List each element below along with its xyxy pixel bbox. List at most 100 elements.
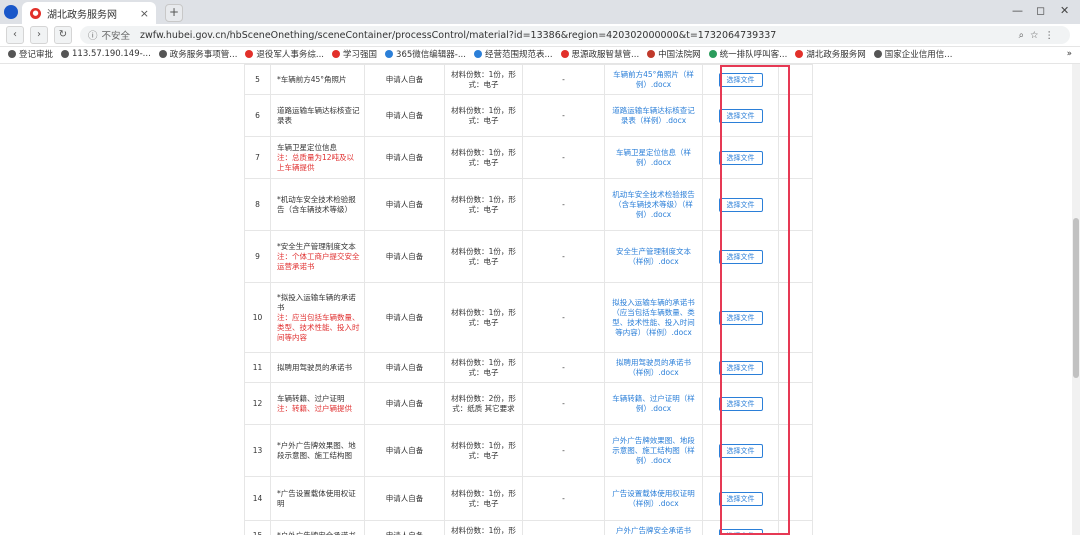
material-name: *车辆前方45°角照片: [270, 64, 365, 95]
material-note: 注：转籍、过户辆提供: [277, 403, 352, 413]
forward-icon[interactable]: ›: [30, 26, 48, 44]
row-number: 14: [244, 476, 271, 521]
bookmark-label: 登记审批: [19, 50, 54, 60]
row-number: 15: [244, 520, 271, 535]
select-file-button[interactable]: 选择文件: [718, 150, 763, 165]
empty-cell: [778, 476, 813, 521]
material-spec: 材料份数：1份，形式：电子: [444, 476, 523, 521]
row-number: 5: [244, 64, 271, 95]
material-name: *户外广告牌效果图、地段示意图、施工结构图: [270, 424, 365, 477]
address-bar[interactable]: ⓘ 不安全 zwfw.hubei.gov.cn/hbSceneOnething/…: [80, 26, 1070, 44]
row-number: 8: [244, 178, 271, 231]
table-row: 5 *车辆前方45°角照片 申请人自备 材料份数：1份，形式：电子 - 车辆前方45°角照…: [244, 64, 813, 95]
window-close-icon[interactable]: ✕: [1060, 4, 1069, 17]
template-link[interactable]: 车辆转籍、过户证明（样例）.docx: [604, 382, 703, 425]
select-file-button[interactable]: 选择文件: [718, 108, 763, 123]
template-link[interactable]: 安全生产管理制度文本（样例）.docx: [604, 230, 703, 283]
bookmark-item[interactable]: 国家企业信用信...: [873, 48, 952, 60]
select-file-button[interactable]: 选择文件: [718, 310, 763, 325]
bookmark-item[interactable]: 登记审批: [8, 48, 53, 60]
material-spec: 材料份数：1份，形式：电子: [444, 352, 523, 383]
browser-toolbar: ‹ › ↻ ⓘ 不安全 zwfw.hubei.gov.cn/hbSceneOne…: [0, 24, 1080, 47]
bookmark-item[interactable]: 政务服务事项管...: [158, 48, 237, 60]
upload-cell: 选择文件: [702, 424, 779, 477]
template-link[interactable]: 车辆前方45°角照片（样例）.docx: [604, 64, 703, 95]
material-name-text: *机动车安全技术检验报告（含车辆技术等级）: [277, 194, 356, 214]
empty-cell: [778, 230, 813, 283]
bookmark-favicon-icon: [708, 50, 717, 58]
bookmark-item[interactable]: 退役军人事务综...: [245, 48, 324, 60]
select-file-button[interactable]: 选择文件: [718, 197, 763, 212]
bookmark-favicon-icon: [8, 50, 16, 58]
template-link[interactable]: 道路运输车辆达标核查记录表（样例）.docx: [604, 94, 703, 137]
material-name-text: 拟聘用驾驶员的承诺书: [277, 362, 352, 372]
material-dash: -: [522, 476, 605, 521]
bookmark-favicon-icon: [245, 50, 254, 58]
url-text[interactable]: zwfw.hubei.gov.cn/hbSceneOnething/sceneC…: [140, 30, 776, 41]
material-spec: 材料份数：1份，形式：电子: [444, 136, 523, 179]
empty-cell: [778, 64, 813, 95]
material-name: *拟投入运输车辆的承诺书 注：应当包括车辆数量、类型、技术性能、投入时间等内容: [270, 282, 365, 353]
material-note: 注：总质量为12吨及以上车辆提供: [277, 152, 355, 172]
row-number: 9: [244, 230, 271, 283]
row-number: 10: [244, 282, 271, 353]
material-name-text: *安全生产管理制度文本: [277, 241, 356, 251]
bookmark-item[interactable]: 学习强国: [332, 48, 377, 60]
bookmark-favicon-icon: [560, 50, 569, 58]
tab-close-icon[interactable]: ×: [140, 7, 149, 20]
material-name: *广告设置载体使用权证明: [270, 476, 365, 521]
material-source: 申请人自备: [364, 352, 445, 383]
template-link[interactable]: 广告设置载体使用权证明（样例）.docx: [604, 476, 703, 521]
scrollbar-thumb[interactable]: [1073, 218, 1079, 378]
table-row: 9 *安全生产管理制度文本 注：个体工商户提交安全运营承诺书 申请人自备 材料份数：1份…: [244, 230, 813, 283]
material-source: 申请人自备: [364, 520, 445, 535]
template-link[interactable]: 户外广告牌安全承诺书（样例）.docx: [604, 520, 703, 535]
bookmark-item[interactable]: 113.57.190.149-...: [61, 49, 151, 59]
template-link[interactable]: 车辆卫星定位信息（样例）.docx: [604, 136, 703, 179]
maximize-icon[interactable]: ◻: [1036, 4, 1045, 17]
material-name: 车辆卫星定位信息 注：总质量为12吨及以上车辆提供: [270, 136, 365, 179]
bookmark-favicon-icon: [385, 50, 394, 58]
template-link[interactable]: 户外广告牌效果图、地段示意图、施工结构图（样例）.docx: [604, 424, 703, 477]
select-file-button[interactable]: 选择文件: [718, 249, 763, 264]
bookmarks-bar: 登记审批 113.57.190.149-... 政务服务事项管... 退役军人事务综.…: [0, 47, 1080, 64]
row-number: 11: [244, 352, 271, 383]
info-icon[interactable]: ⓘ: [88, 28, 98, 42]
empty-cell: [778, 178, 813, 231]
bookmark-favicon-icon: [647, 50, 656, 58]
select-file-button[interactable]: 选择文件: [718, 72, 763, 87]
template-link[interactable]: 机动车安全技术检验报告（含车辆技术等级）（样例）.docx: [604, 178, 703, 231]
new-tab-button[interactable]: +: [165, 4, 183, 22]
material-dash: -: [522, 64, 605, 95]
bookmark-item[interactable]: 思源政服智慧管...: [560, 48, 639, 60]
bookmark-item[interactable]: 中国法院网: [647, 48, 701, 60]
browser-tab[interactable]: ● 湖北政务服务网 ×: [22, 2, 156, 24]
material-name: 道路运输车辆达标核查记录表: [270, 94, 365, 137]
row-number: 7: [244, 136, 271, 179]
bookmark-item[interactable]: 统一排队呼叫客...: [708, 48, 787, 60]
template-link[interactable]: 拟投入运输车辆的承诺书（应当包括车辆数量、类型、技术性能、投入时间等内容）（样例…: [604, 282, 703, 353]
bookmarks-more-icon[interactable]: »: [1067, 49, 1072, 59]
upload-cell: 选择文件: [702, 352, 779, 383]
upload-cell: 选择文件: [702, 136, 779, 179]
template-link[interactable]: 拟聘用驾驶员的承诺书（样例）.docx: [604, 352, 703, 383]
bookmark-item[interactable]: 经营范围规范表...: [473, 48, 553, 60]
bookmark-favicon-icon: [873, 50, 882, 58]
select-file-button[interactable]: 选择文件: [718, 360, 763, 375]
minimize-icon[interactable]: —: [1012, 4, 1023, 17]
material-name-text: 车辆转籍、过户证明: [277, 393, 345, 403]
reload-icon[interactable]: ↻: [54, 26, 72, 44]
bookmark-item[interactable]: 365微信编辑器-...: [385, 48, 466, 60]
select-file-button[interactable]: 选择文件: [718, 396, 763, 411]
scrollbar[interactable]: [1072, 64, 1080, 535]
zoom-icon: ⌕: [1018, 29, 1030, 41]
select-file-button[interactable]: 选择文件: [718, 491, 763, 506]
select-file-button[interactable]: 选择文件: [718, 528, 763, 535]
table-row: 15 *户外广告牌安全承诺书 申请人自备材料份数：1份，形式：电子-户外广告牌安全承…: [244, 520, 813, 535]
upload-cell: 选择文件: [702, 178, 779, 231]
address-bar-icons[interactable]: ⌕☆⋮: [1019, 30, 1060, 41]
bookmark-item[interactable]: 湖北政务服务网: [795, 48, 866, 60]
back-icon[interactable]: ‹: [6, 26, 24, 44]
bookmark-label: 中国法院网: [658, 50, 701, 60]
select-file-button[interactable]: 选择文件: [718, 443, 763, 458]
